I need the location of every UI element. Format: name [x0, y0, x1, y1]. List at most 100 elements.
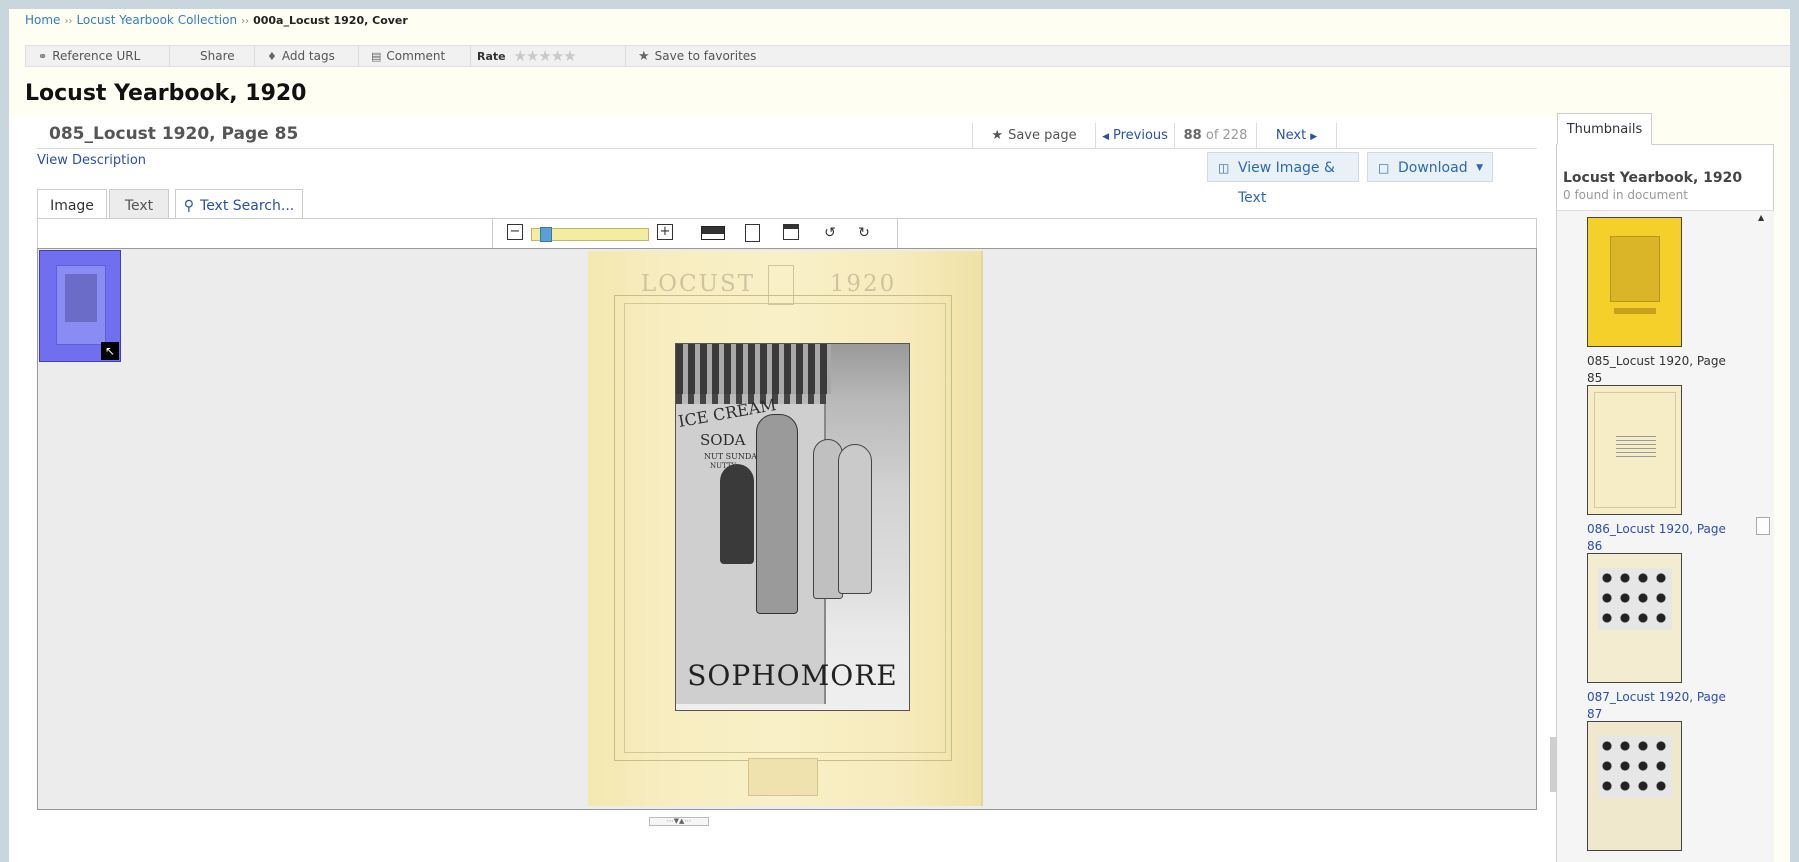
- breadcrumb-current: 000a_Locust 1920, Cover: [253, 14, 408, 27]
- scrollbar-thumb[interactable]: [1756, 517, 1770, 535]
- comment-button[interactable]: ▤ Comment: [359, 46, 471, 66]
- rate-control: Rate ★★★★★: [471, 46, 626, 66]
- star-4-icon[interactable]: ★: [551, 47, 564, 65]
- thumbnails-list: 085_Locust 1920, Page 85 086_Locust 1920…: [1557, 210, 1774, 862]
- scan-figure-man: [838, 444, 872, 594]
- tab-thumbnails[interactable]: Thumbnails: [1557, 113, 1652, 145]
- thumbnail-label[interactable]: 087_Locust 1920, Page 87: [1587, 689, 1737, 723]
- zoom-out-icon[interactable]: −: [507, 224, 523, 240]
- save-to-favorites-label: Save to favorites: [654, 49, 757, 63]
- star-3-icon[interactable]: ★: [538, 47, 551, 65]
- thumbnail-image[interactable]: [1587, 553, 1682, 683]
- rate-label: Rate: [477, 50, 506, 63]
- page-current-number: 88: [1183, 128, 1202, 143]
- rotate-left-icon[interactable]: ↺: [821, 224, 839, 242]
- fit-width-icon[interactable]: [701, 224, 725, 242]
- save-page-button[interactable]: ★ Save page: [972, 123, 1095, 149]
- viewer-resize-handle[interactable]: ⋯▼▲⋯: [649, 817, 709, 826]
- view-image-text-label: View Image & Text: [1238, 160, 1335, 206]
- share-button[interactable]: Share: [170, 46, 255, 66]
- view-image-text-button[interactable]: ◫ View Image & Text: [1207, 152, 1359, 206]
- thumbnail-portrait-grid: [1598, 736, 1672, 798]
- download-button[interactable]: □ Download ▼: [1367, 152, 1493, 182]
- navigator-thumbnail[interactable]: ↖: [39, 250, 121, 362]
- scan-awning: [676, 344, 831, 394]
- thumbnails-title: Locust Yearbook, 1920: [1563, 170, 1743, 186]
- previous-label: Previous: [1112, 128, 1168, 143]
- page-title-row: 085_Locust 1920, Page 85 ★ Save page ◀ Pre…: [37, 123, 1537, 149]
- tag-icon: ♦: [267, 50, 277, 63]
- tab-text[interactable]: Text: [109, 189, 169, 221]
- page: Home ›› Locust Yearbook Collection ›› 000a_L…: [9, 9, 1790, 862]
- scan-figure-woman: [720, 464, 754, 564]
- add-tags-label: Add tags: [281, 49, 335, 63]
- scan-ornament: [748, 758, 818, 796]
- magnifier-icon: ⚲: [183, 198, 195, 214]
- fit-height-icon[interactable]: [783, 224, 801, 242]
- view-description-link[interactable]: View Description: [37, 153, 146, 168]
- scroll-up-icon[interactable]: ▲: [1758, 213, 1764, 222]
- breadcrumb-separator: ››: [64, 16, 73, 27]
- star-5-icon[interactable]: ★: [563, 47, 576, 65]
- thumbnails-scrollbar[interactable]: ▲: [1754, 211, 1772, 862]
- breadcrumb-collection-link[interactable]: Locust Yearbook Collection: [76, 13, 237, 27]
- breadcrumb-separator: ››: [241, 16, 250, 27]
- document-icon: □: [1378, 161, 1390, 175]
- navigator-page-preview: [56, 265, 106, 345]
- page-scan-image: LOCUST 1920 ICE CREAM SODA NUT SUNDA NUT…: [588, 251, 983, 806]
- zoom-slider[interactable]: [531, 227, 649, 242]
- thumbnails-panel: Locust Yearbook, 1920 0 found in documen…: [1556, 144, 1774, 862]
- text-search-button[interactable]: ⚲ Text Search...: [175, 189, 303, 221]
- scan-figure-man: [756, 414, 798, 614]
- view-icon: ◫: [1218, 161, 1230, 175]
- rating-stars: ★★★★★: [513, 46, 576, 66]
- zoom-in-icon[interactable]: +: [657, 224, 673, 240]
- star-2-icon[interactable]: ★: [526, 47, 539, 65]
- comment-label: Comment: [386, 49, 446, 63]
- scan-caption: SOPHOMORE: [687, 659, 898, 692]
- zoom-slider-handle[interactable]: [540, 227, 552, 242]
- add-tags-button[interactable]: ♦ Add tags: [255, 46, 359, 66]
- download-label: Download: [1398, 160, 1468, 176]
- fit-page-icon[interactable]: [745, 224, 763, 242]
- page-scrollbar-thumb[interactable]: [1550, 737, 1556, 792]
- action-toolbar: ⚭ Reference URL Share ♦ Add tags ▤ Comment …: [25, 45, 1790, 67]
- page-total: of 228: [1205, 128, 1248, 143]
- share-label: Share: [200, 49, 235, 63]
- save-page-label: Save page: [1008, 128, 1077, 143]
- image-viewport[interactable]: ↖ LOCUST 1920 ICE CREAM SODA NUT SUNDA N: [37, 248, 1537, 810]
- thumbnail-label[interactable]: 086_Locust 1920, Page 86: [1587, 521, 1737, 555]
- star-1-icon[interactable]: ★: [513, 47, 526, 65]
- breadcrumb-home-link[interactable]: Home: [25, 13, 60, 27]
- previous-page-button[interactable]: ◀ Previous: [1095, 123, 1174, 149]
- breadcrumb: Home ›› Locust Yearbook Collection ›› 000a_L…: [25, 13, 408, 27]
- caret-right-icon: ▶: [1310, 132, 1318, 142]
- image-toolbar: − + ↺ ↻: [37, 218, 1537, 249]
- caret-left-icon: ◀: [1102, 132, 1109, 142]
- image-tools: − + ↺ ↻: [492, 219, 898, 249]
- thumbnail-image[interactable]: [1587, 385, 1682, 515]
- star-icon: ★: [638, 49, 650, 64]
- viewer-panel: 085_Locust 1920, Page 85 ★ Save page ◀ Pre…: [9, 117, 1557, 862]
- comment-icon: ▤: [371, 50, 382, 63]
- reference-url-button[interactable]: ⚭ Reference URL: [26, 46, 170, 66]
- chevron-down-icon: ▼: [1476, 163, 1483, 173]
- thumbnail-portrait-grid: [1598, 568, 1672, 630]
- scan-illustration: ICE CREAM SODA NUT SUNDA NUTTY SOPHOMORE: [675, 343, 910, 711]
- thumbnail-image[interactable]: [1587, 721, 1682, 851]
- save-to-favorites-button[interactable]: ★ Save to favorites: [626, 46, 786, 66]
- thumbnail-item-88[interactable]: [1587, 721, 1737, 857]
- thumbnail-item-85[interactable]: 085_Locust 1920, Page 85: [1587, 217, 1737, 387]
- thumbnail-item-87[interactable]: 087_Locust 1920, Page 87: [1587, 553, 1737, 723]
- reference-url-label: Reference URL: [52, 49, 141, 63]
- page-counter: 88 of 228: [1174, 123, 1256, 149]
- expand-arrow-icon[interactable]: ↖: [101, 342, 119, 360]
- text-search-label: Text Search...: [200, 198, 295, 214]
- thumbnails-found-count: 0 found in document: [1563, 188, 1688, 202]
- next-page-button[interactable]: Next ▶: [1256, 123, 1337, 149]
- next-label: Next: [1275, 128, 1307, 143]
- thumbnail-item-86[interactable]: 086_Locust 1920, Page 86: [1587, 385, 1737, 555]
- thumbnail-image[interactable]: [1587, 217, 1682, 347]
- page-title: 085_Locust 1920, Page 85: [49, 124, 299, 144]
- rotate-right-icon[interactable]: ↻: [855, 224, 873, 242]
